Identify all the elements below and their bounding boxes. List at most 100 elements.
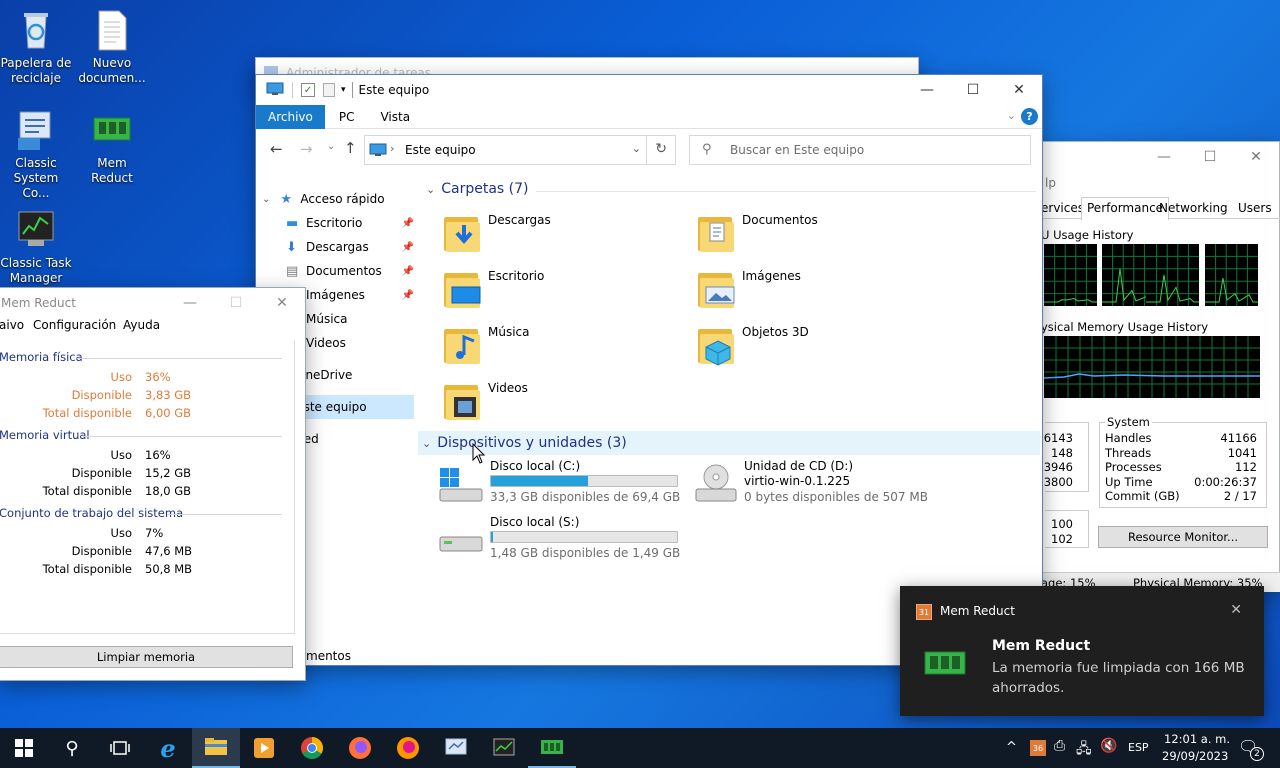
tab-pc[interactable]: PC [325,105,369,129]
nav-item-descargas[interactable]: ⬇ Descargas 📌 [286,235,414,259]
menu-help[interactable]: Ayuda [123,318,160,332]
title-bar[interactable]: ✓ ▾ Este equipo — ☐ ✕ [256,75,1042,105]
forward-icon[interactable]: → [300,140,313,158]
resource-monitor-button[interactable]: Resource Monitor... [1098,526,1268,548]
folders-section-header[interactable]: ⌄ Carpetas (7) [426,181,1036,197]
minimize-button[interactable]: — [904,75,950,105]
nav-item-label: Escritorio [306,216,363,230]
close-button[interactable]: ✕ [1233,142,1279,172]
up-icon[interactable]: ↑ [344,139,357,157]
menu-fragment[interactable]: lp [1045,176,1056,190]
system-config-icon [14,108,58,152]
expand-chevron-icon[interactable]: ⌄ [262,194,270,205]
show-hidden-icons-chevron-icon[interactable]: ^ [1006,740,1017,755]
taskbar-system-config[interactable] [432,728,480,768]
folder-im-genes[interactable]: Imágenes [696,265,936,315]
start-button[interactable] [0,728,48,768]
tab-performance[interactable]: Performance [1081,197,1170,220]
folder-documentos[interactable]: Documentos [696,209,936,259]
properties-icon[interactable]: ✓ [301,83,315,97]
close-button[interactable]: ✕ [259,288,305,318]
taskbar-mem-reduct[interactable] [528,728,576,768]
expand-ribbon-icon[interactable]: ⌄ [1007,109,1016,122]
minimize-button[interactable]: — [167,288,213,318]
pin-icon[interactable]: 📌 [402,290,414,301]
search-button[interactable]: ⚲ [48,728,96,768]
clock-time[interactable]: 12:01 a. m. [1164,732,1230,746]
maximize-button[interactable]: ☐ [213,288,259,318]
taskbar-firefox[interactable] [336,728,384,768]
nav-item-label: Imágenes [306,288,365,302]
mem-reduct-window[interactable]: Mem Reduct — ☐ ✕ aivo Configuración Ayud… [0,287,306,681]
nav-item-onedrive[interactable]: OneDrive [296,363,414,387]
menu-file[interactable]: aivo [0,318,24,332]
taskbar-firefox-2[interactable] [384,728,432,768]
menu-settings[interactable]: Configuración [33,318,116,332]
desktop-icon-classic-task-manager[interactable]: Classic Task Manager [0,208,72,286]
tab-networking[interactable]: Networking [1159,201,1228,215]
close-button[interactable]: ✕ [996,75,1042,105]
tab-users[interactable]: Users [1238,201,1272,215]
folder-m-sica[interactable]: Música [442,321,682,371]
folder-videos[interactable]: Videos [442,377,682,427]
address-bar[interactable]: › Este equipo ⌄ ↻ [364,135,676,165]
folder-descargas[interactable]: Descargas [442,209,682,259]
volume-muted-icon[interactable]: 🔇 [1100,738,1117,754]
drive-c[interactable]: Disco local (C:) 33,3 GB disponibles de … [438,459,688,509]
minimize-button[interactable]: — [1141,142,1187,172]
maximize-button[interactable]: ☐ [1187,142,1233,172]
back-icon[interactable]: ← [270,140,283,158]
help-icon[interactable]: ? [1021,108,1038,125]
folder-escritorio[interactable]: Escritorio [442,265,682,315]
desktop-icon-mem-reduct[interactable]: Mem Reduct [76,108,148,186]
desktop-icon-new-document[interactable]: Nuevo documen... [76,8,148,86]
devices-section-header[interactable]: ⌄ Dispositivos y unidades (3) [418,431,1040,455]
drive-usage-fill [491,476,588,486]
collapse-chevron-icon[interactable]: ⌄ [422,437,431,450]
taskbar-internet-explorer[interactable]: e [144,728,192,768]
desktop-icon-classic-system-config[interactable]: Classic System Co... [0,108,72,201]
clock-date[interactable]: 29/09/2023 [1162,749,1228,763]
address-dropdown-icon[interactable]: ⌄ [632,142,641,155]
taskbar-task-manager[interactable] [480,728,528,768]
search-box[interactable]: ⚲ Buscar en Este equipo [689,135,1031,165]
classic-task-manager-window[interactable]: — ☐ ✕ lp ervices Performance Networking … [1040,141,1280,592]
file-explorer-window[interactable]: ✓ ▾ Este equipo — ☐ ✕ Archivo PC Vista ⌄… [255,74,1043,666]
title-bar[interactable]: Mem Reduct — ☐ ✕ [0,288,305,318]
tab-services[interactable]: ervices [1041,201,1084,215]
pin-icon[interactable]: 📌 [402,218,414,229]
pin-icon[interactable]: 📌 [402,266,414,277]
breadcrumb-chevron-icon[interactable]: › [390,142,394,155]
collapse-chevron-icon[interactable]: ⌄ [426,183,435,196]
drive-s[interactable]: Disco local (S:) 1,48 GB disponibles de … [438,515,688,565]
network-icon[interactable]: 🖧 [1076,738,1092,762]
tab-archivo[interactable]: Archivo [256,105,325,129]
taskbar-chrome[interactable] [288,728,336,768]
system-stat-label: Commit (GB) [1105,489,1180,504]
folder-objetos-3d[interactable]: Objetos 3D [696,321,936,371]
maximize-button[interactable]: ☐ [950,75,996,105]
nav-item-acceso-r-pido[interactable]: ⌄ ★ Acceso rápido [262,187,414,211]
folder-icon [205,738,227,755]
toast-notification[interactable]: 31 Mem Reduct ✕ Mem Reduct La memoria fu… [900,586,1264,716]
customize-dropdown-icon[interactable]: ▾ [341,85,346,95]
task-view-button[interactable] [96,728,144,768]
toast-close-icon[interactable]: ✕ [1230,602,1242,618]
taskbar-media-player[interactable] [240,728,288,768]
new-folder-icon[interactable] [323,83,335,97]
pin-icon[interactable]: 📌 [402,242,414,253]
refresh-icon[interactable]: ↻ [655,141,667,157]
device-tray-icon[interactable]: ⎙ [1054,738,1065,754]
nav-item-escritorio[interactable]: ▬ Escritorio 📌 [286,211,414,235]
clean-memory-button[interactable]: Limpiar memoria [0,646,293,668]
taskbar-file-explorer[interactable] [192,728,240,768]
drive-d[interactable]: Unidad de CD (D:) virtio-win-0.1.225 0 b… [694,459,944,509]
tab-vista[interactable]: Vista [368,105,422,129]
language-indicator[interactable]: ESP [1128,741,1149,754]
nav-item-documentos[interactable]: ▤ Documentos 📌 [286,259,414,283]
mem-reduct-tray-icon[interactable]: 36 [1030,740,1046,756]
recent-chevron-icon[interactable]: ⌄ [327,141,335,152]
nav-item-red[interactable]: Red [296,427,414,451]
nav-item-este-equipo[interactable]: Este equipo [296,395,414,419]
desktop-icon-recycle-bin[interactable]: Papelera de reciclaje [0,8,72,86]
